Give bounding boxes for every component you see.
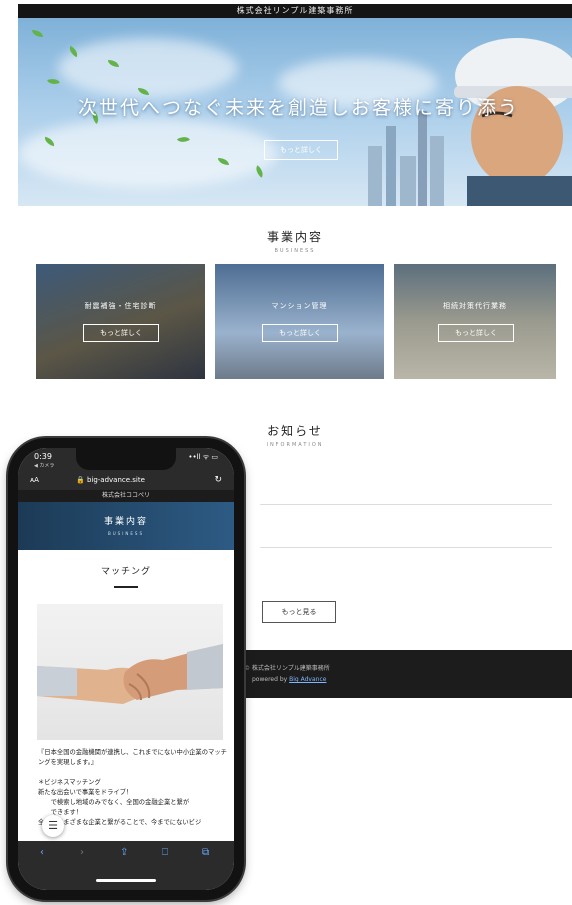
- matching-heading: マッチング: [100, 567, 151, 577]
- text-size-button[interactable]: ᴀA: [30, 476, 39, 484]
- paragraph: 新たな出会いで事業をドライブ！: [38, 789, 133, 796]
- powered-by-text: powered by: [252, 676, 288, 683]
- phone-screen: 0:39 ◀ カメラ ••ll ᯤ ▭ ᴀA 🔒 big-advance.sit…: [18, 448, 234, 890]
- reload-icon[interactable]: ↻: [214, 475, 222, 485]
- news-divider: [260, 547, 552, 548]
- mobile-site-header: 株式会社ココペリ: [18, 490, 234, 502]
- site-header-bar: 株式会社リンプル建築事務所: [18, 4, 572, 18]
- share-icon[interactable]: ⇪: [120, 847, 128, 858]
- card-seismic[interactable]: 耐震補強・住宅診断 もっと詳しく: [36, 264, 205, 379]
- paragraph: 『日本全国の金融機関が連携し、これまでにない中小企業のマッチングを実現します。』: [38, 749, 227, 766]
- phone-notch: [76, 448, 176, 470]
- business-subtitle: BUSINESS: [274, 248, 316, 254]
- mobile-section-subtitle: BUSINESS: [108, 531, 144, 536]
- matching-description: 『日本全国の金融機関が連携し、これまでにない中小企業のマッチングを実現します。』…: [38, 748, 228, 828]
- paragraph: で検索し地域のみでなく、全国の金融企業と繋が: [38, 799, 190, 806]
- news-divider: [260, 504, 552, 505]
- back-to-camera[interactable]: ◀ カメラ: [34, 462, 54, 469]
- status-time: 0:39: [34, 452, 52, 461]
- business-section: 事業内容 BUSINESS: [18, 228, 572, 254]
- card-mansion[interactable]: マンション管理 もっと詳しく: [215, 264, 384, 379]
- forward-icon[interactable]: ›: [80, 847, 84, 858]
- paragraph: [38, 768, 228, 778]
- hero-banner: 次世代へつなぐ未来を創造しお客様に寄り添う もっと詳しく: [18, 18, 572, 206]
- phone-frame: 0:39 ◀ カメラ ••ll ᯤ ▭ ᴀA 🔒 big-advance.sit…: [8, 438, 244, 900]
- business-cards: 耐震補強・住宅診断 もっと詳しく マンション管理 もっと詳しく 相続対策代行業務…: [36, 264, 556, 379]
- address-bar[interactable]: ᴀA 🔒 big-advance.site ↻: [18, 472, 234, 490]
- bookmarks-icon[interactable]: ⎕: [162, 847, 168, 858]
- hero-more-button[interactable]: もっと詳しく: [264, 140, 338, 160]
- business-title: 事業内容: [266, 230, 323, 244]
- card-more-button[interactable]: もっと詳しく: [438, 324, 514, 342]
- card-inheritance[interactable]: 相続対策代行業務 もっと詳しく: [394, 264, 556, 379]
- hero-title: 次世代へつなぐ未来を創造しお客様に寄り添う: [78, 97, 520, 119]
- card-more-button[interactable]: もっと詳しく: [83, 324, 159, 342]
- url-text[interactable]: 🔒 big-advance.site: [76, 476, 145, 484]
- mobile-section-title: 事業内容: [103, 517, 148, 527]
- mobile-section-band: 事業内容 BUSINESS: [18, 502, 234, 550]
- back-icon[interactable]: ‹: [40, 847, 44, 858]
- card-label: 相続対策代行業務: [443, 302, 507, 310]
- card-label: マンション管理: [271, 302, 328, 310]
- heading-underline: [114, 586, 138, 588]
- handshake-image: [37, 604, 223, 740]
- card-more-button[interactable]: もっと詳しく: [262, 324, 338, 342]
- signal-wifi-battery-icon: ••ll ᯤ ▭: [188, 453, 218, 461]
- safari-toolbar: ‹ › ⇪ ⎕ ⧉: [18, 841, 234, 890]
- paragraph: 全国のさまざまな企業と繋がることで、今までにないビジ: [38, 819, 202, 826]
- card-label: 耐震補強・住宅診断: [84, 302, 157, 310]
- paragraph: できます！: [38, 809, 83, 816]
- more-button[interactable]: もっと見る: [262, 601, 336, 623]
- information-title: お知らせ: [267, 424, 323, 438]
- paragraph: ＊ビジネスマッチング: [38, 779, 101, 786]
- powered-by-link[interactable]: Big Advance: [289, 676, 326, 683]
- footer-copyright: © 株式会社リンプル建築事務所: [244, 665, 330, 672]
- footer-powered: powered by Big Advance: [252, 676, 326, 683]
- hamburger-menu-icon[interactable]: ☰: [42, 815, 64, 837]
- home-indicator: [96, 879, 156, 882]
- tabs-icon[interactable]: ⧉: [202, 847, 209, 858]
